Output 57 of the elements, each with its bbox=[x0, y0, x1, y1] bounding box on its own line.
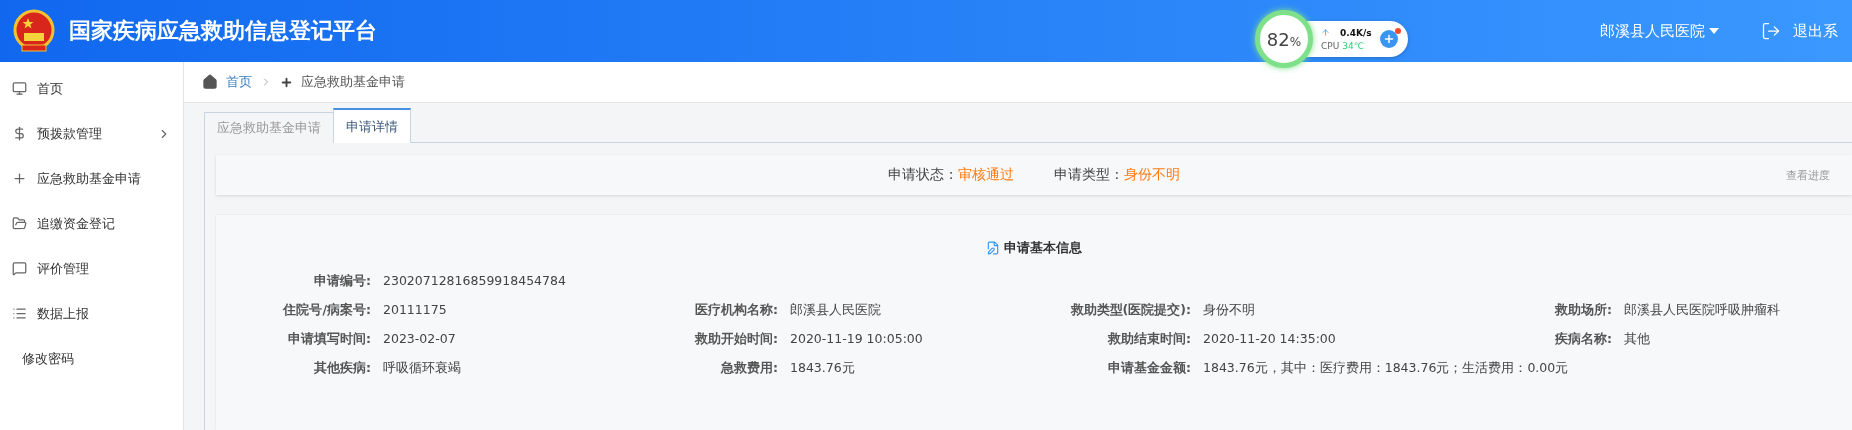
breadcrumb-link[interactable]: 首页 bbox=[226, 73, 252, 91]
notification-dot bbox=[1394, 28, 1401, 34]
field-label: 救助开始时间: bbox=[693, 331, 778, 348]
logout-icon bbox=[1761, 21, 1781, 41]
emblem-icon bbox=[13, 9, 55, 53]
field-value: 23020712816859918454784 bbox=[382, 273, 566, 290]
sidebar-item[interactable]: 追缴资金登记 bbox=[0, 201, 183, 246]
section-title: 申请基本信息 bbox=[1004, 239, 1082, 257]
up-arrow-icon bbox=[1321, 28, 1330, 37]
gauge-value: 82% bbox=[1266, 28, 1302, 50]
field-label: 住院号/病案号: bbox=[281, 302, 371, 319]
field-label: 医疗机构名称: bbox=[694, 302, 778, 319]
edit-icon bbox=[986, 241, 1000, 255]
plus-icon bbox=[1382, 33, 1395, 45]
field-label: 疾病名称: bbox=[1554, 331, 1612, 348]
breadcrumb-current: 应急救助基金申请 bbox=[301, 73, 405, 91]
field-value: 其他 bbox=[1623, 331, 1650, 348]
field-label: 申请基金金额: bbox=[1107, 360, 1191, 377]
sidebar-item[interactable]: 评价管理 bbox=[0, 246, 183, 291]
sidebar-item[interactable]: 预拨款管理 bbox=[0, 111, 183, 156]
field-value: 1843.76元 bbox=[789, 360, 855, 377]
cpu-temperature: CPU 34℃ bbox=[1321, 40, 1365, 51]
field-value: 身份不明 bbox=[1202, 302, 1255, 319]
application-status: 申请状态 : 审核通过 bbox=[888, 166, 1014, 184]
field-value: 郎溪县人民医院呼吸肿瘤科 bbox=[1623, 302, 1780, 319]
field-value: 郎溪县人民医院 bbox=[789, 302, 881, 319]
sidebar-item[interactable]: 修改密码 bbox=[0, 336, 183, 381]
field-label: 救助结束时间: bbox=[1106, 331, 1191, 348]
dollar-icon bbox=[12, 126, 27, 141]
home-icon bbox=[202, 74, 218, 90]
field-label: 其他疾病: bbox=[313, 360, 371, 377]
sidebar-item[interactable]: 数据上报 bbox=[0, 291, 183, 336]
application-type: 申请类型 : 身份不明 bbox=[1054, 166, 1180, 184]
add-button[interactable] bbox=[1379, 30, 1398, 48]
app-title: 国家疾病应急救助信息登记平台 bbox=[69, 17, 377, 45]
sidebar-item[interactable]: 应急救助基金申请 bbox=[0, 156, 183, 201]
field-label: 救助场所: bbox=[1553, 302, 1612, 319]
network-speed: 0.4K/s bbox=[1321, 27, 1372, 38]
monitor-icon bbox=[12, 81, 27, 96]
field-label: 急救费用: bbox=[719, 360, 778, 377]
field-label: 申请填写时间: bbox=[287, 331, 371, 348]
plus-icon bbox=[12, 171, 27, 186]
field-label: 救助类型(医院提交): bbox=[1069, 302, 1191, 319]
field-value: 呼吸循环衰竭 bbox=[382, 360, 461, 377]
field-value: 2023-02-07 bbox=[382, 331, 456, 348]
sidebar-item[interactable]: 首页 bbox=[0, 66, 183, 111]
field-value: 2020-11-20 14:35:00 bbox=[1202, 331, 1336, 348]
field-value: 20111175 bbox=[382, 302, 447, 319]
field-value: 1843.76元，其中：医疗费用：1843.76元；生活费用：0.00元 bbox=[1202, 360, 1569, 377]
field-value: 2020-11-19 10:05:00 bbox=[789, 331, 923, 348]
caret-icon bbox=[1709, 28, 1719, 34]
plus-icon bbox=[280, 75, 293, 89]
comment-icon bbox=[12, 261, 27, 276]
folder-icon bbox=[12, 216, 27, 231]
list-icon bbox=[12, 306, 27, 321]
tab[interactable]: 申请详情 bbox=[333, 108, 411, 143]
field-label: 申请编号: bbox=[313, 273, 371, 290]
